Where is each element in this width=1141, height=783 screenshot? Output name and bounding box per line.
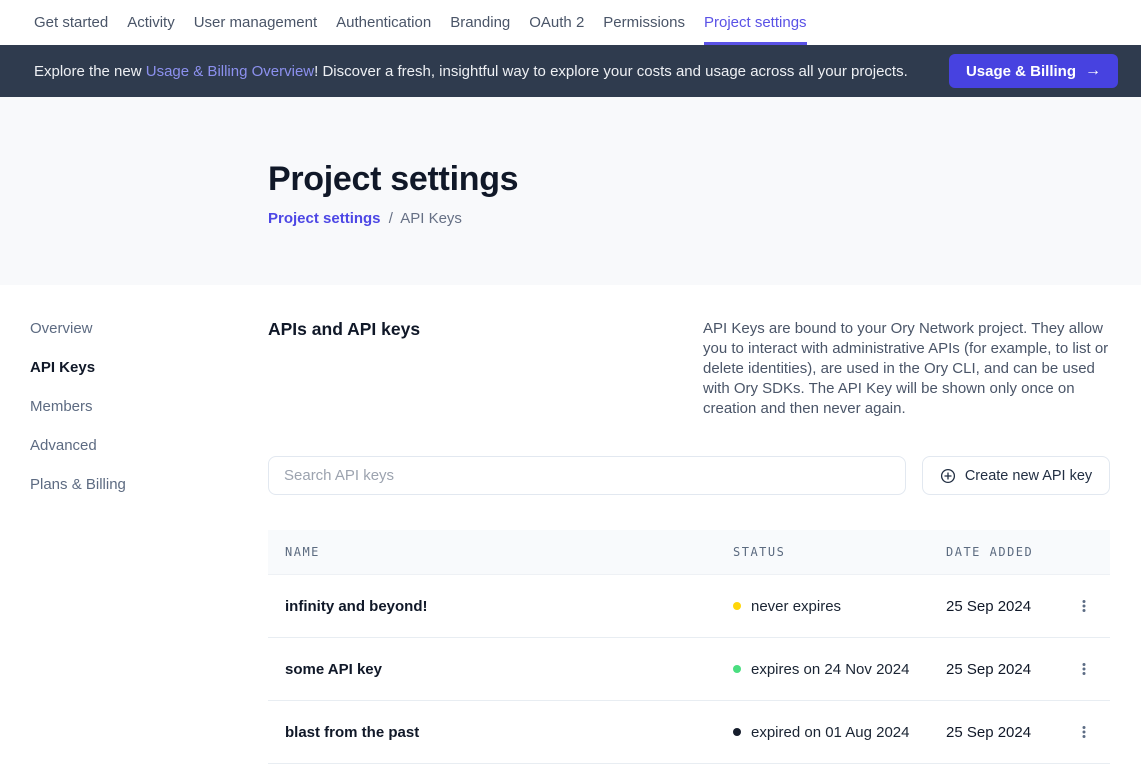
api-key-date-added: 25 Sep 2024 bbox=[946, 661, 1066, 678]
nav-tab-user-management[interactable]: User management bbox=[194, 0, 317, 45]
arrow-right-icon: → bbox=[1085, 62, 1101, 80]
api-keys-description: API Keys are bound to your Ory Network p… bbox=[703, 319, 1110, 419]
nav-tab-activity[interactable]: Activity bbox=[127, 0, 175, 45]
api-key-name: infinity and beyond! bbox=[285, 598, 733, 615]
table-header-row: NAME STATUS DATE ADDED bbox=[268, 530, 1110, 575]
banner-text-after: ! Discover a fresh, insightful way to ex… bbox=[314, 63, 908, 80]
api-key-date-added: 25 Sep 2024 bbox=[946, 598, 1066, 615]
nav-tab-oauth2[interactable]: OAuth 2 bbox=[529, 0, 584, 45]
usage-billing-banner: Explore the new Usage & Billing Overview… bbox=[0, 45, 1141, 97]
usage-billing-overview-link[interactable]: Usage & Billing Overview bbox=[146, 63, 314, 80]
status-dot-icon bbox=[733, 665, 741, 673]
page-header: Project settings Project settings / API … bbox=[0, 97, 1141, 285]
api-key-status: expired on 01 Aug 2024 bbox=[733, 724, 946, 741]
column-header-name: NAME bbox=[285, 545, 733, 559]
breadcrumb-current: API Keys bbox=[400, 210, 462, 227]
breadcrumb-project-settings-link[interactable]: Project settings bbox=[268, 210, 381, 227]
table-row: blast from the past expired on 01 Aug 20… bbox=[268, 701, 1110, 764]
row-actions bbox=[1066, 657, 1096, 681]
sidebar-item-advanced[interactable]: Advanced bbox=[30, 436, 268, 456]
sidebar-item-overview[interactable]: Overview bbox=[30, 319, 268, 339]
api-key-status: never expires bbox=[733, 598, 946, 615]
breadcrumb: Project settings / API Keys bbox=[268, 210, 1141, 227]
banner-text-before: Explore the new bbox=[34, 63, 146, 80]
kebab-menu-icon[interactable] bbox=[1072, 720, 1096, 744]
section-title: APIs and API keys bbox=[268, 319, 420, 419]
status-dot-icon bbox=[733, 728, 741, 736]
sidebar-item-api-keys[interactable]: API Keys bbox=[30, 358, 268, 378]
api-key-date-added: 25 Sep 2024 bbox=[946, 724, 1066, 741]
usage-billing-button-label: Usage & Billing bbox=[966, 63, 1076, 80]
row-actions bbox=[1066, 720, 1096, 744]
api-key-name: blast from the past bbox=[285, 724, 733, 741]
section-head: APIs and API keys API Keys are bound to … bbox=[268, 319, 1110, 419]
kebab-menu-icon[interactable] bbox=[1072, 594, 1096, 618]
api-key-status: expires on 24 Nov 2024 bbox=[733, 661, 946, 678]
create-api-key-button[interactable]: Create new API key bbox=[922, 456, 1110, 495]
status-text: never expires bbox=[751, 598, 841, 615]
breadcrumb-separator: / bbox=[389, 210, 393, 227]
plus-circle-icon bbox=[940, 468, 956, 484]
status-dot-icon bbox=[733, 602, 741, 610]
status-text: expires on 24 Nov 2024 bbox=[751, 661, 909, 678]
top-navigation: Get started Activity User management Aut… bbox=[0, 0, 1141, 45]
row-actions bbox=[1066, 594, 1096, 618]
status-text: expired on 01 Aug 2024 bbox=[751, 724, 909, 741]
content: Overview API Keys Members Advanced Plans… bbox=[0, 285, 1141, 764]
banner-message: Explore the new Usage & Billing Overview… bbox=[34, 63, 908, 80]
table-row: some API key expires on 24 Nov 2024 25 S… bbox=[268, 638, 1110, 701]
table-row: infinity and beyond! never expires 25 Se… bbox=[268, 575, 1110, 638]
column-header-date-added: DATE ADDED bbox=[946, 545, 1066, 559]
kebab-menu-icon[interactable] bbox=[1072, 657, 1096, 681]
actions-row: Create new API key bbox=[268, 456, 1110, 495]
nav-tab-authentication[interactable]: Authentication bbox=[336, 0, 431, 45]
column-header-status: STATUS bbox=[733, 545, 946, 559]
search-api-keys-input[interactable] bbox=[268, 456, 906, 495]
api-keys-panel: APIs and API keys API Keys are bound to … bbox=[268, 285, 1110, 764]
nav-tab-branding[interactable]: Branding bbox=[450, 0, 510, 45]
api-key-name: some API key bbox=[285, 661, 733, 678]
create-api-key-label: Create new API key bbox=[965, 468, 1092, 484]
nav-tab-project-settings[interactable]: Project settings bbox=[704, 0, 807, 45]
sidebar-item-members[interactable]: Members bbox=[30, 397, 268, 417]
nav-tab-get-started[interactable]: Get started bbox=[34, 0, 108, 45]
api-keys-table: NAME STATUS DATE ADDED infinity and beyo… bbox=[268, 530, 1110, 764]
nav-tab-permissions[interactable]: Permissions bbox=[603, 0, 685, 45]
settings-sidebar: Overview API Keys Members Advanced Plans… bbox=[0, 285, 268, 764]
sidebar-item-plans-billing[interactable]: Plans & Billing bbox=[30, 475, 268, 495]
page-title: Project settings bbox=[268, 160, 1141, 199]
usage-billing-button[interactable]: Usage & Billing → bbox=[949, 54, 1118, 88]
